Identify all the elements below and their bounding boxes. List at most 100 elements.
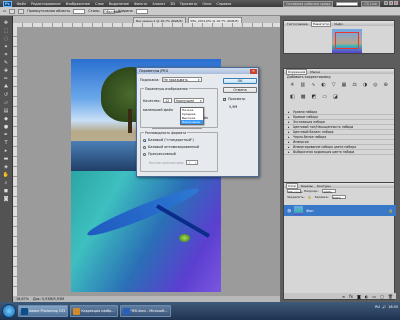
preview-row[interactable]: Просмотр (223, 97, 245, 101)
radio-button[interactable] (143, 138, 147, 142)
blend-mode-select[interactable]: Обычные (287, 189, 303, 194)
lock-icon[interactable]: 🔒 (308, 195, 312, 199)
hue-saturation-icon[interactable]: ▦ (342, 82, 347, 88)
new-layer-icon[interactable]: ▢ (380, 294, 384, 299)
link-layers-icon[interactable]: ∞ (342, 294, 345, 299)
tab-histogram[interactable]: Гистограмма (286, 22, 309, 26)
eyedropper-icon[interactable]: ✎ (4, 60, 8, 66)
type-tool-icon[interactable]: T (4, 140, 7, 146)
taskbar-item-viewer[interactable]: Коррекция изобр... (70, 305, 118, 317)
scans-select[interactable]: 3 (186, 160, 199, 166)
new-adjustment-icon[interactable]: ◐ (365, 294, 369, 299)
delete-layer-icon[interactable]: 🗑 (388, 294, 393, 299)
ok-button[interactable]: OK (223, 78, 257, 84)
menu-image[interactable]: Изображение (66, 2, 90, 6)
layer-name[interactable]: Фон (306, 209, 313, 213)
format-option-row[interactable]: Базовый ("стандартный") (143, 138, 194, 142)
start-button[interactable] (2, 304, 16, 318)
taskbar-item-photoshop[interactable]: Adobe Photoshop CS5 (18, 305, 69, 317)
history-brush-icon[interactable]: ↺ (4, 92, 8, 98)
black-white-icon[interactable]: ◑ (363, 82, 367, 88)
quality-select[interactable]: Наилучшее (173, 98, 204, 104)
move-tool-icon[interactable]: ✥ (4, 20, 8, 26)
invert-icon[interactable]: ◧ (290, 94, 295, 100)
crop-tool-icon[interactable]: ⌗ (5, 52, 8, 58)
close-icon[interactable]: × (250, 68, 257, 74)
hand-tool-icon[interactable]: ✋ (3, 172, 9, 178)
maximize-icon[interactable]: □ (389, 1, 393, 5)
search-field[interactable] (336, 1, 359, 6)
layer-style-icon[interactable]: fx (349, 294, 353, 299)
quick-mask-icon[interactable]: ◙ (4, 196, 9, 202)
volume-icon[interactable]: 🔊 (382, 305, 386, 309)
preset-row[interactable]: ▸ Выборочная коррекция цвета набора (284, 150, 394, 155)
taskbar-item-word[interactable]: ЧЕК.docx - Microsoft... (119, 305, 171, 317)
menu-filter[interactable]: Фильтр (134, 2, 147, 6)
photo-dragonfly[interactable] (71, 171, 221, 292)
radio-button[interactable] (143, 145, 146, 149)
zoom-level[interactable]: 16,67% (16, 297, 29, 301)
healing-brush-icon[interactable]: ✚ (4, 68, 8, 74)
menu-help[interactable]: Справка (216, 2, 231, 6)
tab-info[interactable]: Инфо (333, 22, 344, 26)
format-option-row[interactable]: Прогрессивный (143, 152, 176, 156)
tab-navigator[interactable]: Навигатор (310, 20, 332, 27)
radio-button[interactable] (143, 152, 146, 156)
minimize-icon[interactable]: – (384, 1, 388, 5)
lasso-tool-icon[interactable]: ◌ (4, 36, 8, 42)
menu-layers[interactable]: Слои (95, 2, 104, 6)
magic-wand-icon[interactable]: ✦ (4, 44, 8, 50)
navigator-thumbnail[interactable] (332, 29, 362, 53)
exposure-icon[interactable]: ◐ (321, 82, 325, 88)
posterize-icon[interactable]: ▩ (301, 94, 306, 100)
navigator-view-box[interactable] (335, 32, 359, 49)
color-swatch-icon[interactable]: ◼ (4, 188, 8, 194)
fill-field[interactable]: 100% (331, 195, 346, 200)
add-mask-icon[interactable]: ◙ (357, 294, 361, 299)
curves-icon[interactable]: ∿ (311, 82, 315, 88)
language-indicator[interactable]: RU (375, 305, 380, 309)
brightness-icon[interactable]: ☀ (290, 82, 294, 88)
option-add-selection[interactable] (18, 8, 25, 14)
menu-analysis[interactable]: Анализ (152, 2, 165, 6)
vibrance-icon[interactable]: ▽ (332, 82, 336, 88)
cancel-button[interactable]: Отмена (223, 87, 257, 93)
option-new-selection[interactable] (9, 8, 16, 14)
quality-option-maximum[interactable]: Наилучшее (181, 120, 203, 124)
marquee-tool-icon[interactable]: ⬚ (4, 28, 9, 34)
color-balance-icon[interactable]: ⚖ (352, 82, 356, 88)
preview-checkbox[interactable] (223, 97, 227, 101)
pen-tool-icon[interactable]: ✒ (4, 132, 8, 138)
path-select-icon[interactable]: ▸ (5, 148, 8, 154)
channel-mixer-icon[interactable]: ⊕ (384, 82, 388, 88)
menu-3d[interactable]: 3D (170, 2, 175, 6)
workspace-button[interactable]: Основная рабочая среда (283, 0, 334, 7)
matte-select[interactable]: Не показывать (161, 77, 202, 83)
marquee-tool-icon[interactable]: ▭ (3, 9, 6, 13)
dodge-tool-icon[interactable]: ● (4, 124, 8, 130)
clock[interactable]: 16:05 (388, 305, 398, 309)
tab-masks[interactable]: Маски (309, 70, 321, 74)
feather-field[interactable] (73, 8, 86, 14)
tab-paths[interactable]: Контуры (316, 184, 332, 188)
menu-edit[interactable]: Редактирование (31, 2, 61, 6)
cs-live-button[interactable]: CS Live (361, 0, 380, 7)
stamp-tool-icon[interactable]: ♣ (4, 84, 8, 90)
3d-tool-icon[interactable]: ◈ (4, 164, 8, 170)
levels-icon[interactable]: ▥ (300, 82, 305, 88)
gradient-tool-icon[interactable]: ▤ (4, 108, 9, 114)
quality-input[interactable]: 12 (162, 98, 172, 103)
shape-tool-icon[interactable]: ▬ (4, 156, 9, 162)
layer-row[interactable]: 👁 Фон 🔒 (284, 205, 396, 216)
close-icon[interactable]: × (394, 1, 398, 5)
tab-layers[interactable]: Слои (286, 182, 298, 189)
zoom-tool-icon[interactable]: ⌕ (5, 180, 8, 186)
style-select[interactable]: Обычный (103, 8, 121, 14)
eraser-tool-icon[interactable]: ▱ (4, 100, 8, 106)
format-option-row[interactable]: Базовый оптимизированный (143, 145, 199, 149)
selective-color-icon[interactable]: ◪ (333, 94, 338, 100)
opacity-field[interactable]: 100% (322, 189, 337, 194)
photo-filter-icon[interactable]: ◎ (373, 82, 377, 88)
menu-window[interactable]: Окно (202, 2, 211, 6)
new-group-icon[interactable]: ▭ (372, 294, 376, 299)
